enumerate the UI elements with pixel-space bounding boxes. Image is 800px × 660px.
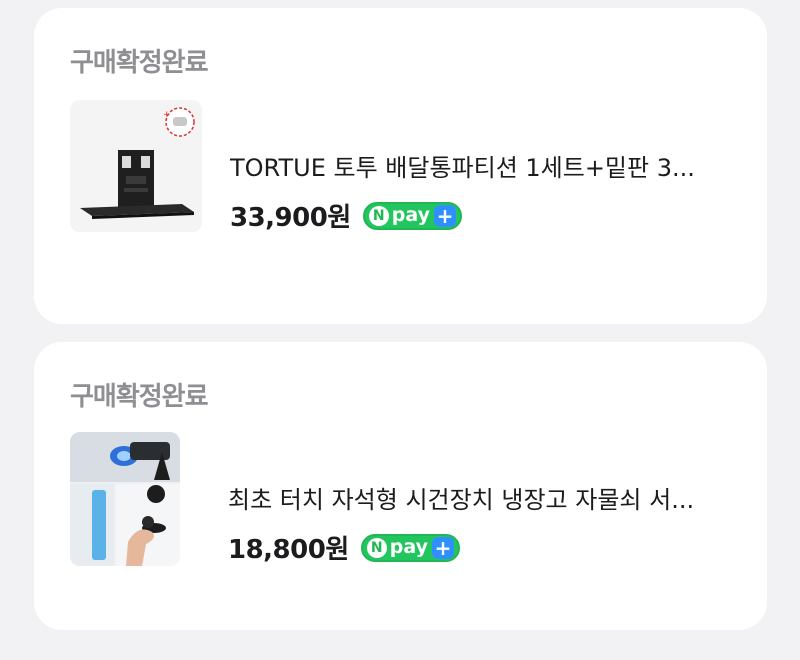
partition-product-icon: + [70,100,202,232]
order-status: 구매확정완료 [70,382,209,412]
order-status: 구매확정완료 [70,48,209,78]
npay-plus-badge: N pay + [362,201,462,230]
plus-icon: + [432,536,454,559]
product-thumbnail[interactable] [70,432,180,566]
product-price: 33,900원 [230,203,351,233]
product-title[interactable]: 최초 터치 자석형 시건장치 냉장고 자물쇠 서... [228,480,728,515]
svg-text:+: + [163,110,171,120]
order-card[interactable]: 구매확정완료 최초 터치 자석형 시건장치 냉장고 자물쇠 서... 18,80… [34,342,767,630]
product-title[interactable]: TORTUE 토투 배달통파티션 1세트+밑판 3... [230,148,730,183]
npay-n-icon: N [366,537,387,558]
price-row: 18,800원 N pay + [228,529,460,566]
price-row: 33,900원 N pay + [230,197,462,234]
plus-icon: + [434,204,456,227]
npay-plus-badge: N pay + [360,533,460,562]
npay-label: pay [391,204,430,226]
npay-n-icon: N [368,205,389,226]
product-price: 18,800원 [228,535,349,565]
product-thumbnail[interactable]: + [70,100,202,232]
order-card[interactable]: 구매확정완료 + TORTUE 토투 배달통파티션 1세트+밑판 3... 33… [34,8,767,324]
npay-label: pay [389,536,428,558]
magnetic-lock-product-icon [70,432,180,566]
